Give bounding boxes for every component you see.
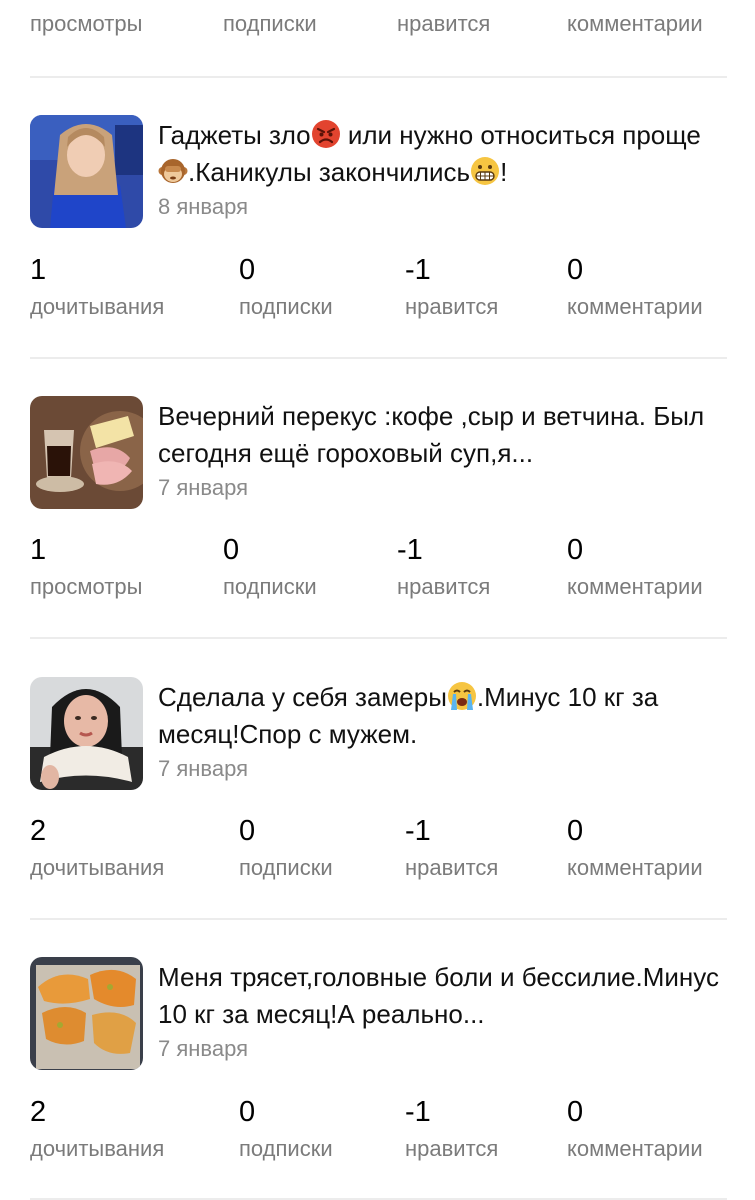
stat-value: 0 xyxy=(239,1096,256,1128)
article-thumbnail xyxy=(30,677,143,790)
stat-label: комментарии xyxy=(567,1136,703,1161)
divider xyxy=(30,357,727,359)
stat-value: 0 xyxy=(567,534,584,566)
stat-label: подписки xyxy=(239,294,333,319)
stat-label: нравится xyxy=(405,855,499,880)
stat-value: -1 xyxy=(405,815,431,847)
article-card[interactable]: Гаджеты зло или нужно относиться проще.К… xyxy=(30,115,730,231)
article-date: 7 января xyxy=(158,1036,248,1061)
stat-value: 0 xyxy=(223,534,240,566)
stat-label: нравится xyxy=(405,294,499,319)
stat-label: подписки xyxy=(223,11,317,36)
stat-value: 1 xyxy=(30,254,47,286)
article-thumbnail xyxy=(30,957,143,1070)
stat-value: 0 xyxy=(567,254,584,286)
article-title[interactable]: Вечерний перекус :кофе ,сыр и ветчина. Б… xyxy=(158,398,728,472)
article-thumbnail xyxy=(30,396,143,509)
stat-label: нравится xyxy=(405,1136,499,1161)
article-thumbnail xyxy=(30,115,143,228)
grimace-emoji-icon xyxy=(470,156,500,186)
article-stats-row: 1 просмотры 0 подписки -1 нравится 0 коммент… xyxy=(30,533,730,603)
article-stats-row: 2 дочитывания 0 подписки -1 нравится 0 комме… xyxy=(30,814,730,884)
monkey-emoji-icon xyxy=(158,156,188,186)
stat-label: просмотры xyxy=(30,574,143,599)
article-date: 7 января xyxy=(158,475,248,500)
article-stats-row: 2 дочитывания 0 подписки -1 нравится 0 комме… xyxy=(30,1095,730,1165)
stat-label: дочитывания xyxy=(30,1136,165,1161)
article-card[interactable]: Сделала у себя замеры .Минус 10 кг за мес… xyxy=(30,677,730,793)
stat-value: -1 xyxy=(397,534,423,566)
stat-label: просмотры xyxy=(30,11,143,36)
stat-label: комментарии xyxy=(567,11,703,36)
stat-label: комментарии xyxy=(567,855,703,880)
stat-label: подписки xyxy=(239,1136,333,1161)
divider xyxy=(30,637,727,639)
stat-value: -1 xyxy=(405,1096,431,1128)
stat-value: 0 xyxy=(567,815,584,847)
stat-label: подписки xyxy=(239,855,333,880)
stat-label: дочитывания xyxy=(30,294,165,319)
stat-value: 0 xyxy=(567,1096,584,1128)
stat-value: 2 xyxy=(30,1096,47,1128)
article-date: 7 января xyxy=(158,756,248,781)
stat-label: нравится xyxy=(397,11,491,36)
article-card[interactable]: Меня трясет,головные боли и бессилие.Мин… xyxy=(30,957,730,1073)
article-card[interactable]: Вечерний перекус :кофе ,сыр и ветчина. Б… xyxy=(30,396,730,512)
article-stats-row: 1 дочитывания 0 подписки -1 нравится 0 комме… xyxy=(30,253,730,323)
stat-label: дочитывания xyxy=(30,855,165,880)
article-date: 8 января xyxy=(158,194,248,219)
article-title[interactable]: Гаджеты зло или нужно относиться проще.К… xyxy=(158,117,728,191)
stat-value: 1 xyxy=(30,534,47,566)
crying-emoji-icon xyxy=(447,681,477,711)
divider xyxy=(30,76,727,78)
divider xyxy=(30,918,727,920)
stat-label: нравится xyxy=(397,574,491,599)
article-title[interactable]: Меня трясет,головные боли и бессилие.Мин… xyxy=(158,959,728,1033)
stat-label: подписки xyxy=(223,574,317,599)
stat-label: комментарии xyxy=(567,574,703,599)
stat-value: 0 xyxy=(239,254,256,286)
stat-value: -1 xyxy=(405,254,431,286)
stat-value: 0 xyxy=(239,815,256,847)
angry-emoji-icon xyxy=(311,119,341,149)
stat-value: 2 xyxy=(30,815,47,847)
top-stats-row: просмотры подписки нравится комментарии xyxy=(30,0,730,40)
stat-label: комментарии xyxy=(567,294,703,319)
article-title[interactable]: Сделала у себя замеры .Минус 10 кг за мес… xyxy=(158,679,728,753)
